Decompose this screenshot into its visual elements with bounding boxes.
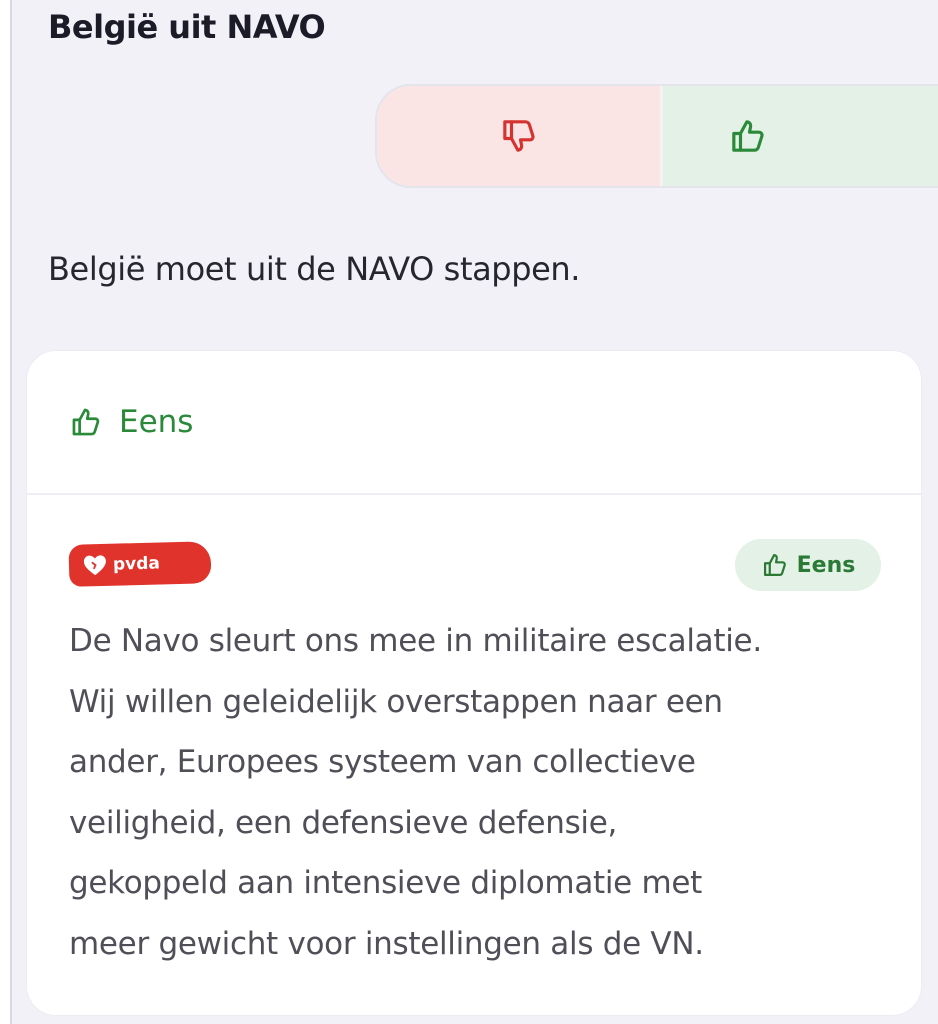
stance-badge: Eens — [735, 539, 881, 591]
party-logo: pvda — [68, 541, 212, 587]
disagree-button[interactable] — [377, 86, 663, 186]
party-opinion-text: De Navo sleurt ons mee in militaire esca… — [69, 611, 899, 974]
panel-left-edge — [0, 0, 10, 1024]
opinion-text-line: veiligheid, een defensieve defensie, — [69, 804, 618, 841]
thumbs-down-icon — [499, 116, 539, 156]
party-row: pvda Eens — [68, 539, 881, 591]
thumbs-up-icon — [728, 116, 768, 156]
opinion-text-line: gekoppeld aan intensieve diplomatie met — [69, 865, 703, 901]
opinion-card: Eens pvda Eens De Navo sleurt ons mee in… — [26, 350, 922, 1016]
opinion-text-line: ander, Europees systeem van collectieve — [69, 744, 696, 780]
opinion-label: Eens — [119, 404, 194, 440]
agree-button[interactable] — [663, 86, 938, 186]
party-name: pvda — [112, 553, 161, 575]
heart-logo-icon — [83, 554, 108, 577]
opinion-text-line: Wij willen geleidelijk overstappen naar … — [69, 683, 723, 720]
statement-text: België moet uit de NAVO stappen. — [48, 250, 581, 288]
topic-title: België uit NAVO — [48, 8, 326, 46]
opinion-text-line: meer gewicht voor instellingen als de VN… — [69, 925, 704, 962]
vote-buttons — [375, 84, 938, 188]
opinion-text-line: De Navo sleurt ons mee in militaire esca… — [69, 623, 762, 659]
thumbs-up-icon — [69, 405, 103, 439]
thumbs-up-icon — [761, 551, 789, 579]
stance-label: Eens — [796, 552, 856, 578]
panel-divider — [10, 0, 12, 1024]
opinion-card-header: Eens — [27, 351, 921, 495]
